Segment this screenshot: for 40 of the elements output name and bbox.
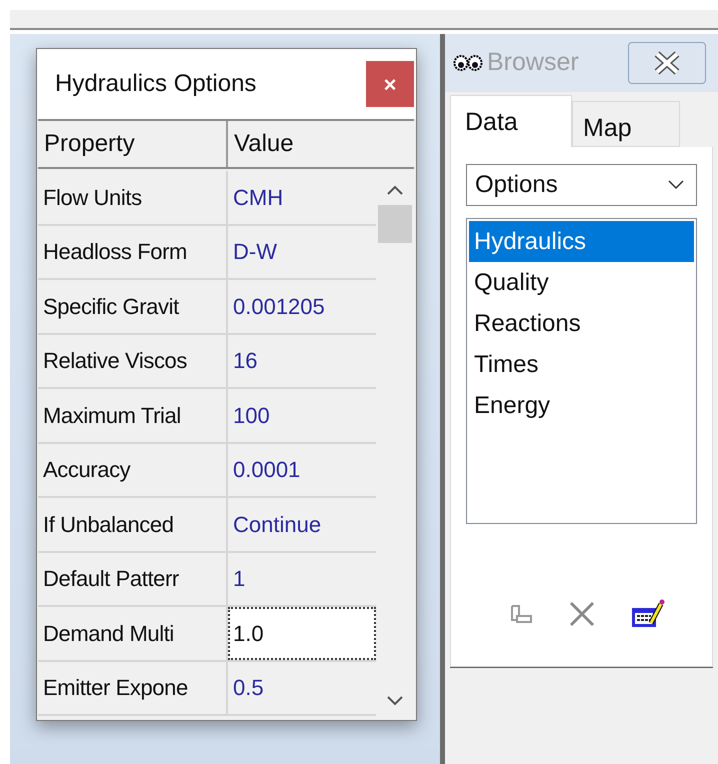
- value-cell-text: Continue: [232, 510, 322, 539]
- scroll-up-icon[interactable]: [387, 185, 403, 195]
- chevron-down-icon: [668, 180, 684, 190]
- eyes-icon: [453, 54, 483, 72]
- property-cell: If Unbalanced: [38, 498, 228, 550]
- delete-icon[interactable]: [568, 601, 594, 627]
- scroll-down-icon[interactable]: [387, 696, 403, 706]
- property-cell: Headloss Form: [38, 226, 228, 278]
- property-cell: Specific Gravit: [38, 280, 228, 332]
- list-item[interactable]: Reactions: [469, 303, 694, 344]
- category-dropdown[interactable]: Options: [466, 164, 697, 206]
- close-icon: [652, 51, 682, 75]
- tab[interactable]: Map: [572, 101, 680, 147]
- value-cell-text: 0.001205: [232, 292, 326, 321]
- value-field[interactable]: 1.0: [228, 607, 376, 660]
- property-cell: Relative Viscos: [38, 334, 228, 387]
- tab[interactable]: Data: [450, 95, 572, 147]
- property-cell: Accuracy: [38, 444, 228, 496]
- value-cell-text: CMH: [232, 184, 284, 212]
- scrollbar-thumb[interactable]: [378, 205, 412, 243]
- list-item[interactable]: Quality: [469, 262, 694, 303]
- copy-icon[interactable]: [508, 604, 532, 624]
- value-cell-text: 100: [232, 402, 271, 430]
- panel-title: Browser: [487, 47, 579, 78]
- property-cell: Emitter Expone: [38, 662, 228, 714]
- property-cell: Flow Units: [38, 171, 228, 224]
- property-cell: Default Patterr: [38, 552, 228, 605]
- value-cell-text: 16: [232, 347, 258, 376]
- close-button[interactable]: [628, 42, 706, 84]
- list-item[interactable]: Hydraulics: [469, 221, 694, 262]
- close-button[interactable]: ×: [366, 61, 414, 107]
- edit-icon[interactable]: [630, 599, 664, 629]
- dialog-title: Hydraulics Options: [55, 69, 256, 99]
- list-item[interactable]: Times: [469, 344, 694, 385]
- value-cell-text: 0.0001: [232, 456, 302, 484]
- value-cell-text: 1: [232, 565, 246, 594]
- list-item[interactable]: Energy: [469, 385, 694, 426]
- value-cell-text: D-W: [232, 238, 278, 266]
- value-cell-text: 0.5: [232, 674, 265, 702]
- property-cell: Maximum Trial: [38, 389, 228, 442]
